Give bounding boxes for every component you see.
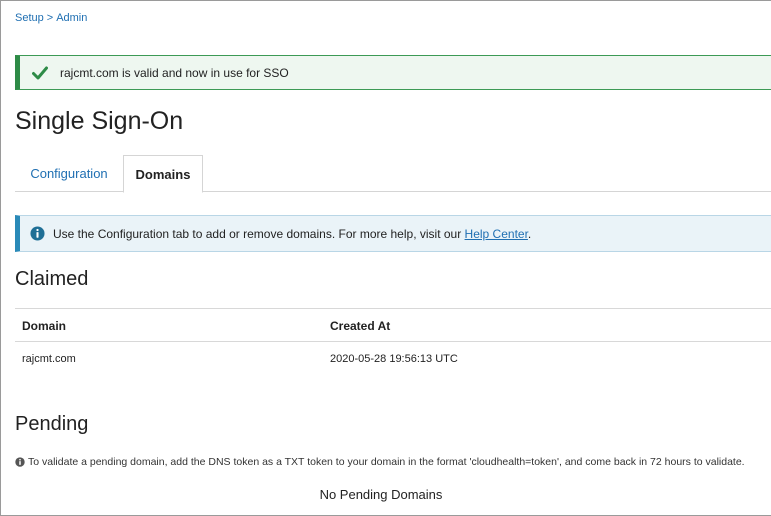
pending-note-text: To validate a pending domain, add the DN…	[28, 456, 745, 468]
info-banner: Use the Configuration tab to add or remo…	[15, 215, 771, 252]
page-frame: Setup > Admin rajcmt.com is valid and now …	[0, 0, 771, 516]
check-icon	[32, 66, 48, 79]
claimed-heading: Claimed	[15, 268, 89, 290]
cell-domain: rajcmt.com	[22, 353, 76, 365]
pending-note: To validate a pending domain, add the DN…	[15, 456, 745, 468]
breadcrumb: Setup > Admin	[15, 12, 87, 24]
success-banner: rajcmt.com is valid and now in use for S…	[15, 55, 771, 90]
table-header: Domain Created At	[15, 308, 771, 342]
info-message-suffix: .	[527, 226, 532, 241]
breadcrumb-admin[interactable]: Admin	[56, 12, 87, 24]
help-center-link[interactable]: Help Center	[465, 227, 528, 241]
info-message: Use the Configuration tab to add or remo…	[53, 227, 531, 241]
info-icon	[15, 457, 25, 467]
tab-bar: Configuration Domains	[15, 155, 771, 193]
breadcrumb-separator: >	[46, 12, 54, 24]
cell-created-at: 2020-05-28 19:56:13 UTC	[330, 353, 458, 365]
no-pending-domains-message: No Pending Domains	[319, 487, 443, 502]
breadcrumb-setup[interactable]: Setup	[15, 12, 44, 24]
page-title: Single Sign-On	[15, 107, 184, 135]
pending-heading: Pending	[15, 413, 89, 435]
success-message: rajcmt.com is valid and now in use for S…	[60, 65, 289, 80]
claimed-domains-table: Domain Created At rajcmt.com 2020-05-28 …	[15, 308, 771, 376]
info-message-text: Use the Configuration tab to add or remo…	[53, 226, 462, 241]
table-row: rajcmt.com 2020-05-28 19:56:13 UTC	[15, 342, 771, 376]
tab-domains[interactable]: Domains	[123, 155, 203, 193]
column-header-created-at: Created At	[330, 319, 391, 333]
column-header-domain: Domain	[22, 319, 67, 333]
tab-configuration[interactable]: Configuration	[15, 155, 123, 192]
info-icon	[30, 226, 45, 241]
